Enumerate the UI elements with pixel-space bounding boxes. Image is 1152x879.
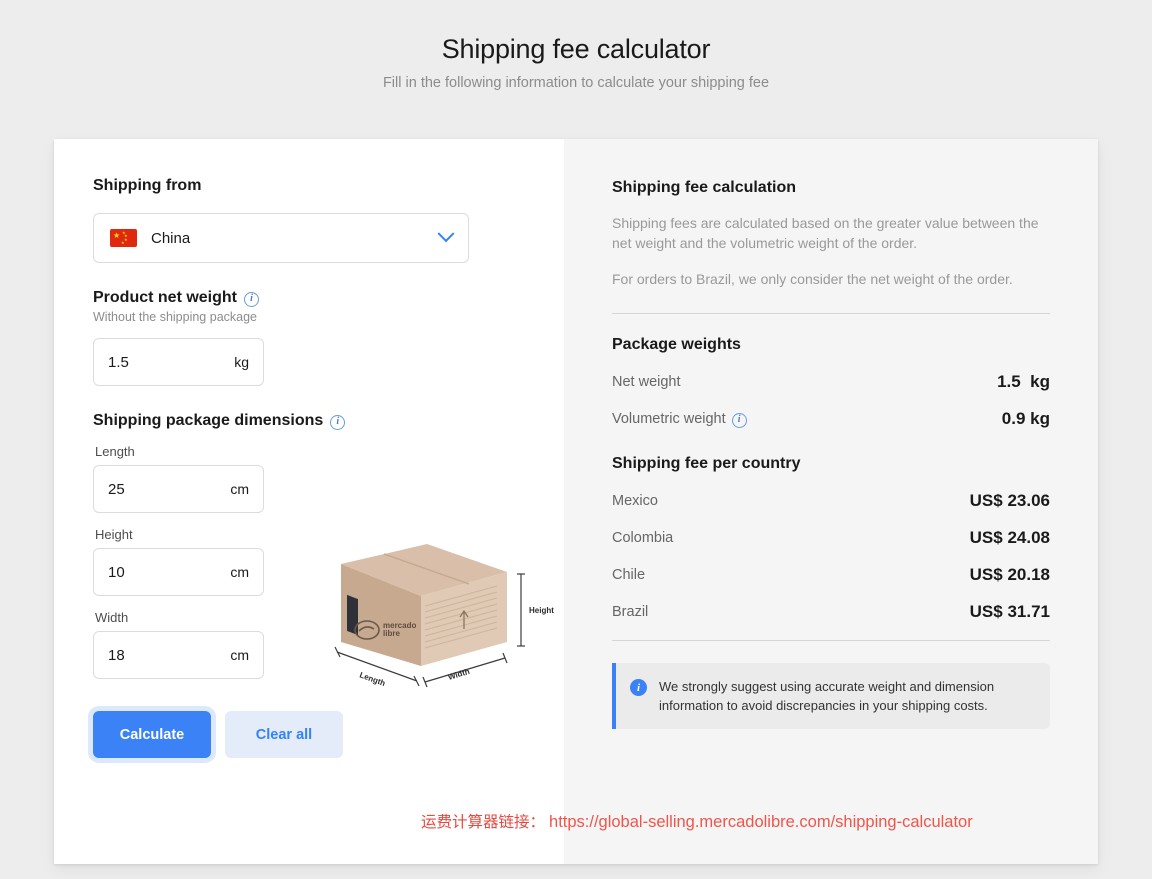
height-value: 10 (108, 563, 125, 581)
dimension-length: Length 25 cm (93, 444, 564, 513)
form-pane: Shipping from ★ ★ ★ ★ ★ China Product ne… (54, 139, 564, 864)
net-weight-input[interactable]: 1.5 kg (93, 338, 264, 386)
page-title: Shipping fee calculator (441, 34, 711, 64)
net-weight-text: Product net weight (93, 289, 237, 306)
results-pane: Shipping fee calculation Shipping fees a… (564, 139, 1098, 864)
weight-row-volumetric: Volumetric weight i 0.9 kg (612, 409, 1050, 429)
length-label: Length (95, 444, 135, 459)
dimensions-info-icon[interactable]: i (330, 414, 346, 430)
package-weights-title: Package weights (612, 336, 1050, 354)
fee-country-brazil: Brazil (612, 604, 649, 620)
length-input[interactable]: 25 cm (93, 465, 264, 513)
net-weight-sublabel: Without the shipping package (93, 310, 257, 324)
brand-line-2: libre (383, 629, 400, 638)
fee-amount-mexico: US$ 23.06 (969, 491, 1050, 510)
width-input[interactable]: 18 cm (93, 631, 264, 679)
dimensions-label: Shipping package dimensions i (93, 412, 564, 430)
country-select-value: China (151, 229, 191, 247)
length-dimension-label: Length (358, 670, 386, 688)
fees-title-text: Shipping fee per country (612, 455, 801, 472)
fee-amount-brazil: US$ 31.71 (969, 602, 1050, 621)
fee-amount-colombia: US$ 24.08 (969, 528, 1050, 547)
net-weight-info-icon[interactable]: i (244, 291, 259, 307)
net-weight-row-label: Net weight (612, 374, 681, 390)
net-weight-row-value: 1.5 kg (997, 372, 1050, 391)
flag-star-4: ★ (121, 240, 125, 245)
height-dimension-label: Height (529, 606, 554, 615)
net-weight-unit: kg (234, 354, 249, 370)
results-title: Shipping fee calculation (612, 179, 1050, 197)
fee-amount-chile: US$ 20.18 (969, 565, 1050, 584)
annotation-url[interactable]: https://global-selling.mercadolibre.com/… (549, 813, 973, 832)
weight-row-net: Net weight 1.5 kg (612, 372, 1050, 392)
accuracy-callout: i We strongly suggest using accurate wei… (612, 663, 1050, 729)
length-value: 25 (108, 480, 125, 498)
results-paragraph-2: For orders to Brazil, we only consider t… (612, 271, 1013, 287)
fee-country-chile: Chile (612, 567, 646, 583)
net-weight-label: Product net weight i (93, 289, 564, 307)
fee-row-colombia: Colombia US$ 24.08 (612, 528, 1050, 548)
form-actions: Calculate Clear all (93, 711, 564, 758)
callout-text: We strongly suggest using accurate weigh… (659, 679, 995, 713)
info-circle-icon: i (630, 679, 647, 696)
width-dimension-label: Width (447, 667, 471, 682)
clear-all-button[interactable]: Clear all (225, 711, 343, 758)
fees-title: Shipping fee per country (612, 455, 1050, 473)
divider-weights (612, 313, 1050, 314)
flag-star-large: ★ (113, 231, 121, 240)
volumetric-weight-info-icon[interactable]: i (731, 412, 747, 428)
net-weight-value: 1.5 (108, 353, 129, 371)
dimensions-text: Shipping package dimensions (93, 412, 324, 429)
annotation-overlay: 运费计算器链接： https://global-selling.mercadol… (421, 810, 973, 832)
width-unit: cm (230, 647, 249, 663)
chevron-down-icon[interactable] (437, 225, 455, 243)
package-weights-title-text: Package weights (612, 336, 741, 353)
volumetric-weight-row-value: 0.9 kg (1001, 409, 1050, 428)
shipping-from-text: Shipping from (93, 177, 202, 194)
fee-row-mexico: Mexico US$ 23.06 (612, 491, 1050, 511)
package-illustration: mercado libre Height Length Width (334, 544, 554, 688)
fee-country-mexico: Mexico (612, 493, 658, 509)
country-select[interactable]: ★ ★ ★ ★ ★ China (93, 213, 469, 263)
divider-callout (612, 640, 1050, 641)
fee-row-chile: Chile US$ 20.18 (612, 565, 1050, 585)
results-paragraph-1: Shipping fees are calculated based on th… (612, 215, 1039, 251)
results-title-text: Shipping fee calculation (612, 179, 797, 196)
width-value: 18 (108, 646, 125, 664)
shipping-from-label: Shipping from (93, 177, 564, 195)
fee-row-brazil: Brazil US$ 31.71 (612, 602, 1050, 622)
calculate-button[interactable]: Calculate (93, 711, 211, 758)
cn-flag-icon: ★ ★ ★ ★ ★ (110, 229, 137, 247)
length-unit: cm (230, 481, 249, 497)
volumetric-weight-text: Volumetric weight (612, 411, 726, 427)
volumetric-weight-row-label: Volumetric weight i (612, 411, 747, 428)
annotation-prefix: 运费计算器链接： (421, 813, 546, 831)
page-header: Shipping fee calculator Fill in the foll… (0, 0, 1152, 91)
fee-country-colombia: Colombia (612, 530, 674, 546)
height-input[interactable]: 10 cm (93, 548, 264, 596)
height-unit: cm (230, 564, 249, 580)
page-subtitle: Fill in the following information to cal… (382, 75, 770, 91)
calculator-card: Shipping from ★ ★ ★ ★ ★ China Product ne… (54, 139, 1098, 864)
